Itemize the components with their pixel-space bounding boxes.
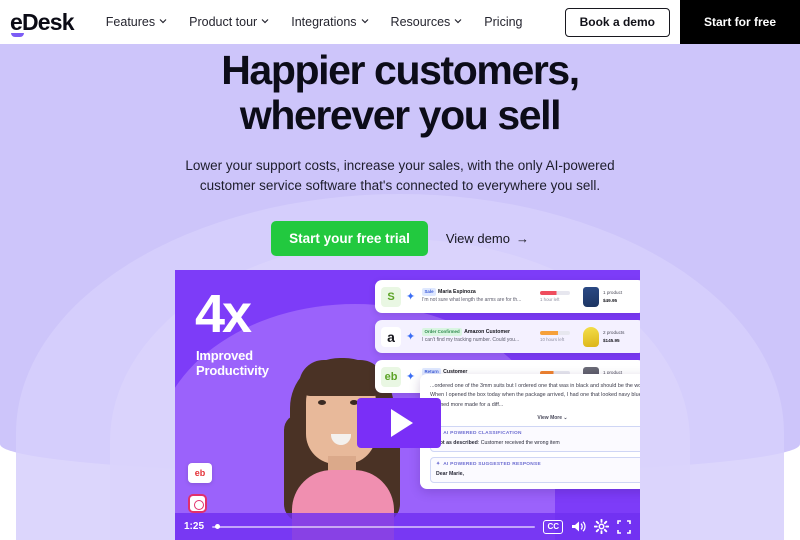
customer-name: Maria Espinoza — [438, 289, 476, 296]
ai-suggested-response-box: ✦ AI POWERED SUGGESTED RESPONSE Dear Mar… — [430, 457, 640, 483]
message-preview: I can't find my tracking number. Could y… — [422, 337, 520, 344]
page-title-line2: wherever you sell — [239, 92, 562, 139]
message-header: Sale Maria Espinoza — [422, 288, 535, 297]
list-item[interactable]: S ✦ Sale Maria Espinoza I'm not sure what… — [375, 280, 640, 313]
ebay-icon: eb — [381, 366, 401, 387]
page-title-line1: Happier customers, — [221, 47, 580, 93]
ai-sparkle-icon: ✦ — [406, 371, 416, 383]
sla-bar — [540, 291, 570, 295]
view-demo-label: View demo — [445, 231, 510, 247]
logo-text: eDesk — [10, 8, 75, 37]
nav-label: Integrations — [291, 15, 357, 29]
chevron-down-icon — [454, 17, 462, 25]
ticket-detail-panel: ✕ ...ordered one of the 3mm suits but I … — [420, 374, 640, 489]
message-meta: 10 hours left — [540, 331, 578, 342]
video-current-time: 1:25 — [184, 521, 205, 532]
video-stat-caption-line2: Productivity — [196, 363, 269, 379]
video-stat-value: 4x — [195, 284, 252, 344]
logo-underline-icon — [11, 33, 24, 37]
hero-subtitle-line2: customer service software that's connect… — [199, 177, 601, 193]
ai-response-header: ✦ AI POWERED SUGGESTED RESPONSE — [436, 462, 541, 468]
hero-section: Happier customers, wherever you sell Low… — [0, 44, 800, 540]
main-nav: Features Product tour Integrations Resou… — [106, 15, 523, 29]
ai-response-greeting: Dear Marie, — [436, 470, 464, 477]
ai-classification-text: Not as described: Customer received the … — [436, 439, 640, 447]
book-a-demo-button[interactable]: Book a demo — [564, 7, 670, 37]
product-thumbnail — [583, 286, 599, 307]
status-badge: Order Confirmed — [422, 328, 463, 336]
hero-subtitle: Lower your support costs, increase your … — [160, 156, 640, 195]
hero-video-player[interactable]: 4x Improved Productivity S ✦ Sale Maria … — [175, 270, 640, 540]
nav-label: Pricing — [484, 15, 523, 29]
nav-label: Resources — [390, 15, 451, 29]
product-count: 2 products — [603, 330, 625, 336]
ai-sparkle-icon: ✦ — [406, 331, 416, 343]
play-button[interactable] — [357, 398, 441, 448]
nav-item-features[interactable]: Features — [106, 15, 167, 29]
classification-label: Not as described — [436, 439, 478, 446]
chevron-down-icon — [361, 17, 369, 25]
start-free-trial-button[interactable]: Start your free trial — [271, 221, 428, 257]
customer-name: Amazon Customer — [464, 329, 510, 336]
message-text: Sale Maria Espinoza I'm not sure what len… — [422, 288, 535, 304]
arrow-right-icon: → — [515, 231, 529, 247]
closed-captions-button[interactable]: CC — [543, 519, 563, 534]
nav-item-pricing[interactable]: Pricing — [484, 15, 522, 29]
site-header: eDesk Features Product tour Integrations… — [0, 0, 800, 44]
video-stat-caption: Improved Productivity — [196, 348, 269, 379]
video-stat-caption-line1: Improved — [196, 348, 253, 363]
chevron-down-icon — [159, 17, 167, 25]
start-for-free-button[interactable]: Start for free — [679, 0, 800, 44]
sla-bar — [540, 331, 570, 335]
edesk-logo[interactable]: eDesk — [10, 8, 75, 37]
product-count: 1 product — [603, 290, 623, 296]
product-summary: 1 product $49.95 — [583, 286, 639, 307]
video-progress-scrubber[interactable] — [212, 523, 536, 529]
sla-time: 10 hours left — [540, 337, 565, 342]
product-thumbnail — [583, 326, 599, 347]
volume-icon[interactable] — [571, 520, 586, 533]
ticket-body-text: ...ordered one of the 3mm suits but I or… — [430, 383, 640, 408]
ai-sparkle-icon: ✦ — [436, 462, 441, 468]
product-price: $49.95 — [603, 297, 618, 303]
message-text: Order Confirmed Amazon Customer I can't f… — [422, 328, 535, 344]
nav-label: Product tour — [189, 15, 258, 29]
instagram-badge-icon — [188, 494, 207, 513]
hero-content: Happier customers, wherever you sell Low… — [0, 47, 800, 257]
ai-sparkle-icon: ✦ — [406, 291, 416, 303]
header-actions: Book a demo Start for free — [564, 0, 800, 44]
message-header: Order Confirmed Amazon Customer — [422, 328, 535, 337]
status-badge: Sale — [422, 288, 437, 296]
nav-item-integrations[interactable]: Integrations — [291, 15, 368, 29]
hero-cta-row: Start your free trial View demo → — [0, 221, 800, 257]
play-triangle-icon — [390, 409, 413, 437]
amazon-icon: a — [381, 326, 401, 347]
shopify-icon: S — [381, 286, 401, 307]
progress-handle[interactable] — [215, 523, 221, 529]
nav-label: Features — [105, 15, 156, 29]
hero-subtitle-line1: Lower your support costs, increase your … — [185, 158, 615, 174]
nav-item-product-tour[interactable]: Product tour — [189, 15, 269, 29]
ai-classification-header: ✦ AI POWERED CLASSIFICATION — [436, 431, 640, 436]
view-more-button[interactable]: View More ⌄ — [430, 415, 640, 421]
list-item[interactable]: a ✦ Order Confirmed Amazon Customer I can… — [375, 320, 640, 353]
chevron-down-icon — [261, 17, 269, 25]
view-demo-link[interactable]: View demo → — [446, 231, 529, 246]
product-summary: 2 products $145.95 — [583, 326, 639, 347]
video-controls-bar: 1:25 CC — [175, 513, 640, 540]
message-meta: 1 hour left — [540, 291, 578, 302]
ai-classification-box: ✦ AI POWERED CLASSIFICATION Not as descr… — [430, 426, 640, 453]
ebay-badge-icon: eb — [188, 463, 212, 483]
page-title: Happier customers, wherever you sell — [0, 47, 800, 139]
classification-detail: : Customer received the wrong item — [477, 439, 560, 446]
sla-time: 1 hour left — [540, 297, 560, 302]
product-price: $145.95 — [603, 337, 620, 343]
fullscreen-icon[interactable] — [617, 519, 631, 534]
nav-item-resources[interactable]: Resources — [391, 15, 463, 29]
message-preview: I'm not sure what length the arms are fo… — [422, 297, 522, 304]
gear-icon[interactable] — [594, 519, 609, 534]
